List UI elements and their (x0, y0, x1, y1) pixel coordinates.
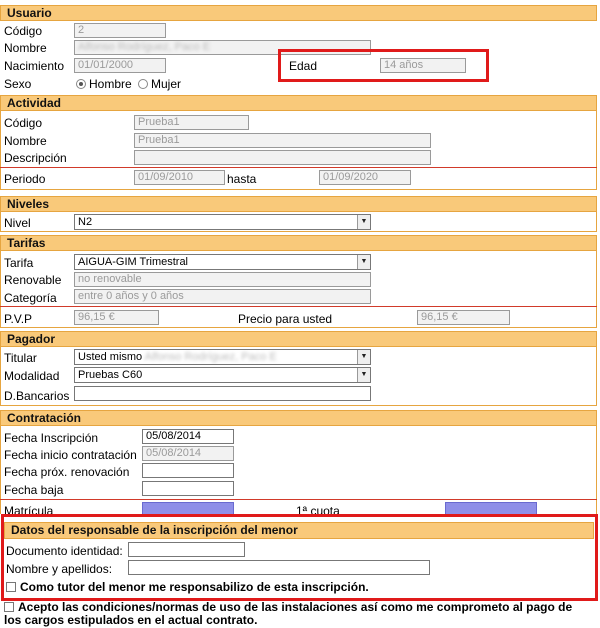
section-header-usuario: Usuario (0, 5, 597, 21)
act-codigo-input[interactable]: Prueba1 (134, 115, 249, 130)
chevron-down-icon: ▼ (357, 350, 370, 364)
periodo-from-input[interactable]: 01/09/2010 (134, 170, 225, 185)
section-header-niveles: Niveles (0, 196, 597, 212)
checkbox-icon (4, 602, 14, 612)
periodo-label: Periodo (4, 172, 46, 186)
tarifa-label: Tarifa (4, 256, 34, 270)
codigo-label: Código (4, 24, 43, 38)
renovacion-label: Fecha próx. renovación (4, 465, 130, 479)
act-descripcion-label: Descripción (4, 151, 67, 165)
nombre-value: Alfonso Rodríguez, Paco E (78, 41, 211, 53)
pvp-label: P.V.P (4, 312, 33, 326)
categoria-label: Categoría (4, 291, 57, 305)
codigo-input[interactable]: 2 (74, 23, 166, 38)
radio-hombre[interactable]: Hombre (76, 77, 132, 91)
section-header-pagador: Pagador (0, 331, 597, 347)
inicio-label: Fecha inicio contratación (4, 448, 137, 462)
renovacion-input[interactable] (142, 463, 234, 478)
inscripcion-label: Fecha Inscripción (4, 431, 99, 445)
periodo-to-input[interactable]: 01/09/2020 (319, 170, 411, 185)
separator (0, 499, 597, 500)
act-descripcion-input[interactable] (134, 150, 431, 165)
act-nombre-label: Nombre (4, 134, 47, 148)
bancarios-label: D.Bancarios (4, 389, 70, 403)
chevron-down-icon: ▼ (357, 368, 370, 382)
sexo-label: Sexo (4, 77, 32, 91)
categoria-input[interactable]: entre 0 años y 0 años (74, 289, 371, 304)
act-codigo-label: Código (4, 116, 43, 130)
hasta-label: hasta (227, 172, 257, 186)
modalidad-select[interactable]: Pruebas C60 ▼ (74, 367, 371, 383)
nivel-label: Nivel (4, 216, 31, 230)
titular-label: Titular (4, 351, 37, 365)
renovable-label: Renovable (4, 273, 62, 287)
nacimiento-input[interactable]: 01/01/2000 (74, 58, 166, 73)
precio-label: Precio para usted (238, 312, 333, 326)
renovable-input[interactable]: no renovable (74, 272, 371, 287)
acepto-line2: los cargos estipulados en el actual cont… (4, 613, 258, 627)
precio-input[interactable]: 96,15 € (417, 310, 510, 325)
inicio-input[interactable]: 05/08/2014 (142, 446, 234, 461)
modalidad-label: Modalidad (4, 369, 60, 383)
baja-label: Fecha baja (4, 483, 64, 497)
acepto-checkbox[interactable]: Acepto las condiciones/normas de uso de … (4, 600, 572, 614)
radio-checked-icon (76, 79, 86, 89)
chevron-down-icon: ▼ (357, 255, 370, 269)
inscripcion-input[interactable]: 05/08/2014 (142, 429, 234, 444)
responsable-highlight (1, 514, 598, 601)
section-header-actividad: Actividad (0, 95, 597, 111)
nacimiento-label: Nacimiento (4, 59, 65, 73)
radio-unchecked-icon (138, 79, 148, 89)
nombre-label: Nombre (4, 41, 47, 55)
radio-mujer[interactable]: Mujer (138, 77, 181, 91)
baja-input[interactable] (142, 481, 234, 496)
chevron-down-icon: ▼ (357, 215, 370, 229)
section-header-contratacion: Contratación (0, 410, 597, 426)
separator (0, 167, 597, 168)
edad-highlight (278, 49, 489, 82)
titular-select[interactable]: Usted mismo Alfonso Rodríguez, Paco E ▼ (74, 349, 371, 365)
bancarios-input[interactable] (74, 386, 371, 401)
nivel-select[interactable]: N2 ▼ (74, 214, 371, 230)
pvp-input[interactable]: 96,15 € (74, 310, 159, 325)
section-header-tarifas: Tarifas (0, 235, 597, 251)
act-nombre-input[interactable]: Prueba1 (134, 133, 431, 148)
tarifa-select[interactable]: AIGUA-GIM Trimestral ▼ (74, 254, 371, 270)
separator (0, 306, 597, 307)
